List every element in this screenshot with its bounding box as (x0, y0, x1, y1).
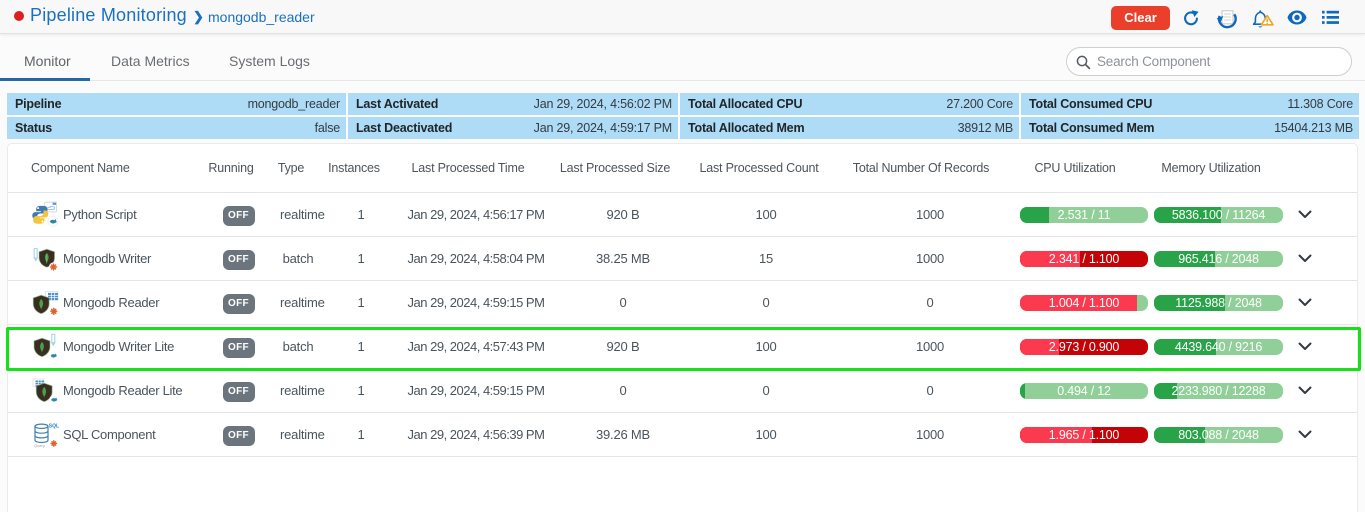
svg-text:Query: Query (34, 443, 45, 448)
svg-text:SQL: SQL (49, 424, 59, 430)
